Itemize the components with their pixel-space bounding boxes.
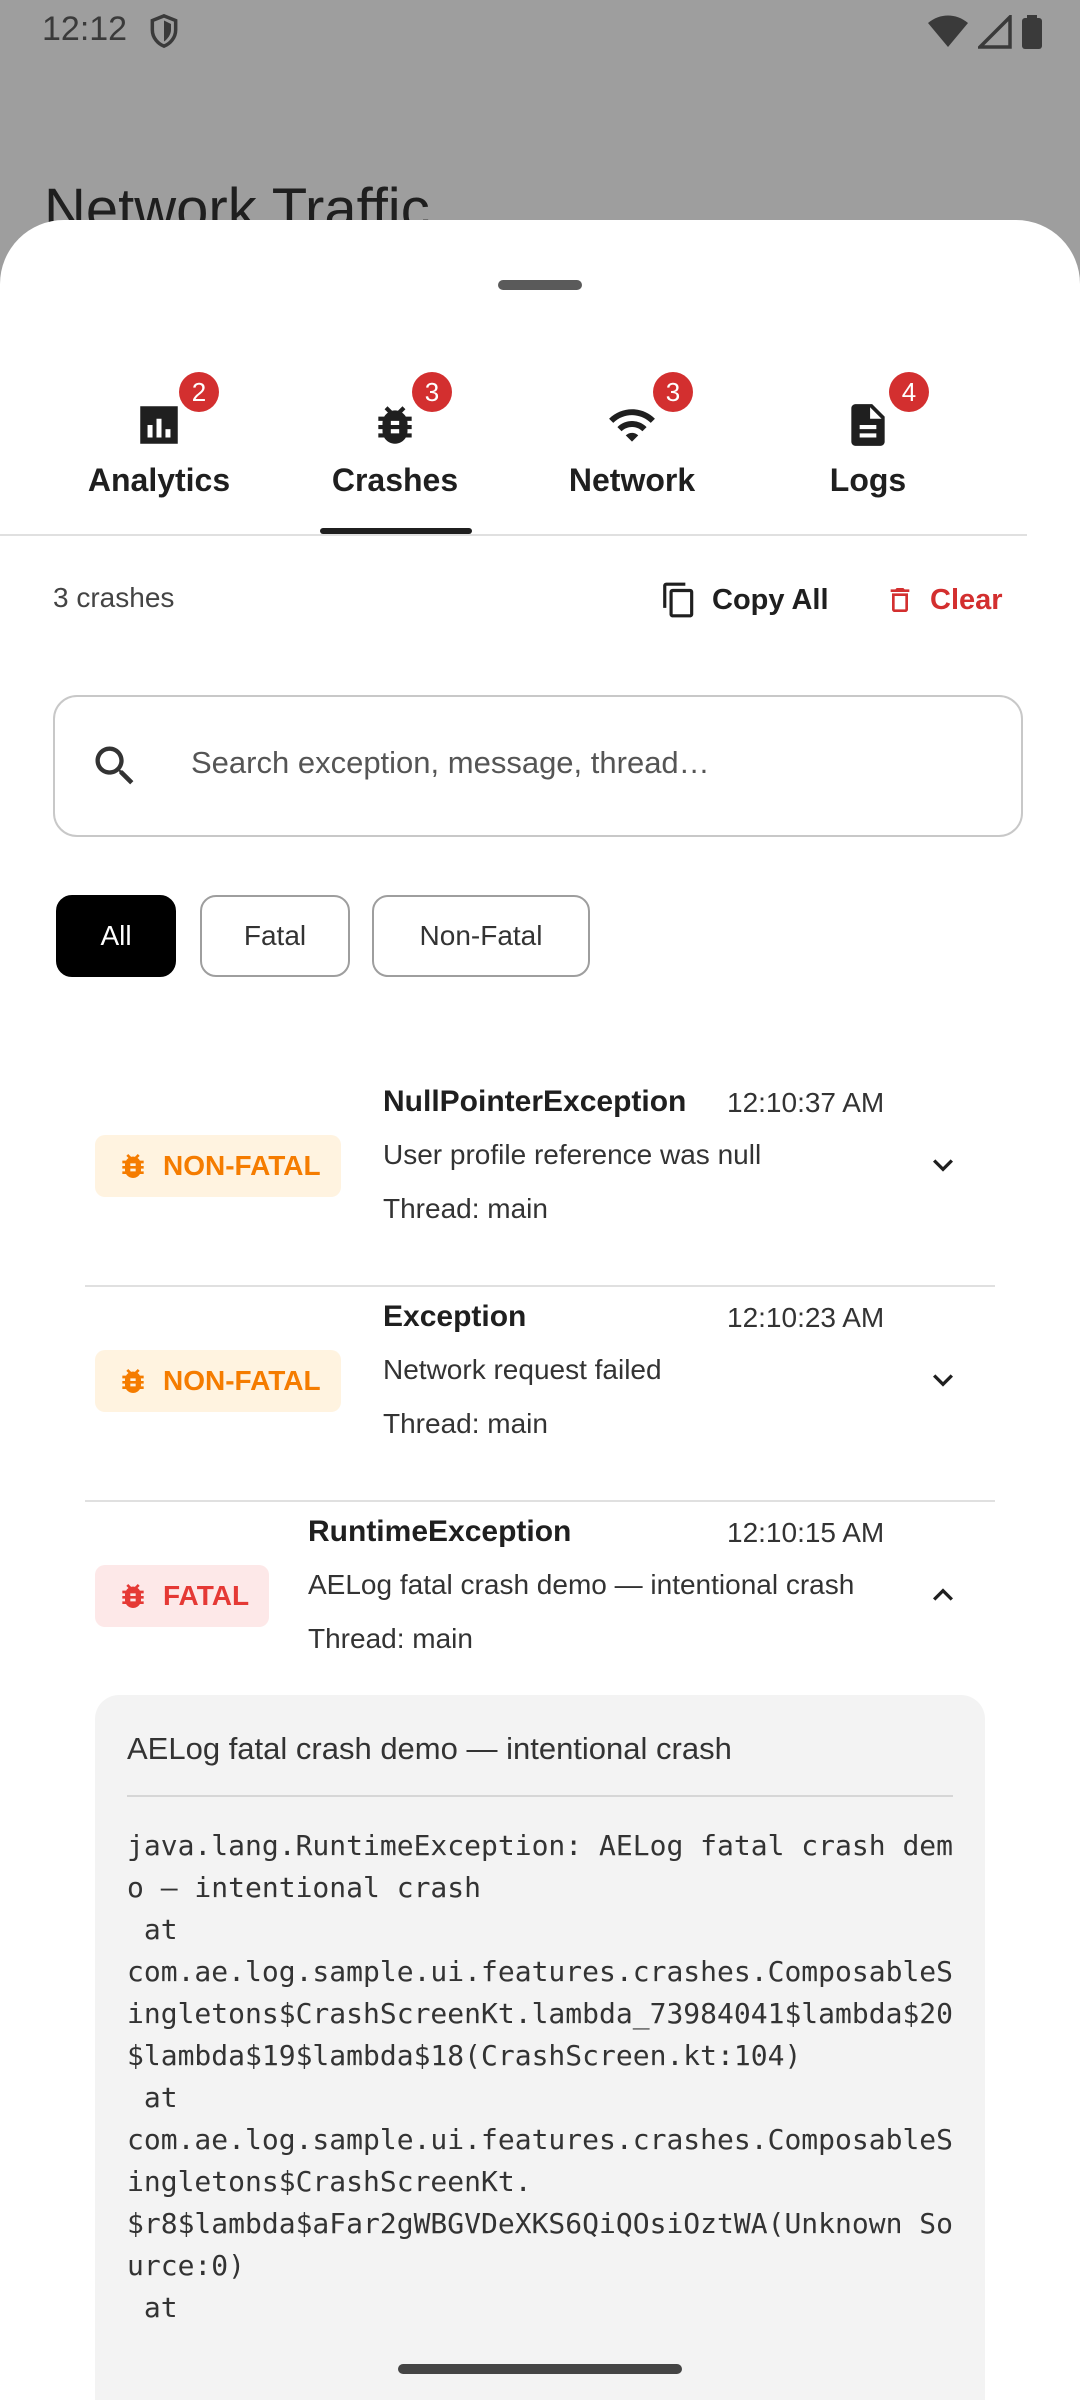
tab-badge: 4 [889, 372, 929, 412]
copy-icon [663, 582, 694, 618]
list-divider [85, 1285, 995, 1287]
crash-count: 3 crashes [53, 582, 175, 613]
search-placeholder: Search exception, message, thread… [191, 745, 710, 780]
clear-button[interactable]: Clear [884, 576, 1003, 624]
clear-label: Clear [930, 583, 1003, 616]
tab-bar: 2 Analytics 3 Crashes 3 Network 4 Logs [0, 370, 1027, 534]
tab-badge: 3 [653, 372, 693, 412]
tab-badge: 2 [179, 372, 219, 412]
severity-badge: NON-FATAL [95, 1135, 341, 1197]
tab-logs[interactable]: 4 Logs [750, 370, 986, 534]
chevron-down-icon[interactable] [923, 1145, 963, 1185]
shield-icon [150, 14, 178, 48]
tab-label: Analytics [87, 462, 231, 498]
crash-message: Network request failed [383, 1354, 662, 1385]
severity-label: FATAL [163, 1580, 250, 1611]
crash-list-item[interactable]: NON-FATAL Exception 12:10:23 AM Network … [85, 1290, 995, 1502]
crash-message: AELog fatal crash demo — intentional cra… [308, 1569, 855, 1600]
tabs-divider [0, 534, 1027, 536]
crash-list-item[interactable]: FATAL RuntimeException 12:10:15 AM AELog… [85, 1505, 995, 1685]
analytics-icon [134, 400, 184, 450]
crash-exception-type: Exception [383, 1300, 527, 1333]
status-time: 12:12 [42, 10, 128, 48]
crash-list-item[interactable]: NON-FATAL NullPointerException 12:10:37 … [85, 1075, 995, 1287]
list-divider [85, 1500, 995, 1502]
crash-timestamp: 12:10:37 AM [727, 1087, 885, 1118]
copy-all-button[interactable]: Copy All [660, 576, 829, 624]
tab-label: Logs [829, 462, 907, 498]
bug-icon [370, 400, 420, 450]
tab-crashes[interactable]: 3 Crashes [277, 370, 513, 534]
bug-icon [122, 1369, 144, 1393]
crash-thread: Thread: main [383, 1408, 548, 1439]
bug-icon [122, 1154, 144, 1178]
severity-label: NON-FATAL [163, 1365, 321, 1396]
crash-exception-type: RuntimeException [308, 1515, 572, 1548]
bottom-sheet: 2 Analytics 3 Crashes 3 Network 4 Logs 3… [0, 220, 1080, 2400]
wifi-icon [607, 400, 657, 450]
drag-handle[interactable] [498, 280, 582, 290]
search-icon [95, 746, 134, 785]
cellular-signal-icon [978, 15, 1012, 49]
battery-icon [1022, 15, 1042, 49]
detail-divider [127, 1795, 953, 1797]
copy-all-label: Copy All [712, 583, 829, 616]
crash-message: User profile reference was null [383, 1139, 762, 1170]
document-icon [843, 400, 893, 450]
severity-label: NON-FATAL [163, 1150, 321, 1181]
crash-timestamp: 12:10:23 AM [727, 1302, 885, 1333]
bug-icon [122, 1584, 144, 1608]
filter-chip-all[interactable]: All [56, 895, 176, 977]
crash-exception-type: NullPointerException [383, 1085, 687, 1118]
severity-badge: FATAL [95, 1565, 270, 1627]
stacktrace: java.lang.RuntimeException: AELog fatal … [127, 1829, 954, 2324]
crash-thread: Thread: main [308, 1623, 473, 1654]
tab-badge: 3 [412, 372, 452, 412]
wifi-status-icon [928, 15, 968, 47]
search-input[interactable]: Search exception, message, thread… [53, 695, 1023, 837]
status-bar: 12:12 [0, 0, 1080, 64]
tab-label: Crashes [331, 462, 459, 498]
home-indicator[interactable] [398, 2364, 682, 2374]
severity-badge: NON-FATAL [95, 1350, 341, 1412]
tab-analytics[interactable]: 2 Analytics [41, 370, 277, 534]
trash-icon [890, 588, 910, 612]
crash-timestamp: 12:10:15 AM [727, 1517, 885, 1548]
filter-chip-non-fatal[interactable]: Non-Fatal [372, 895, 590, 977]
filter-chip-fatal[interactable]: Fatal [200, 895, 350, 977]
tab-network[interactable]: 3 Network [514, 370, 750, 534]
detail-message: AELog fatal crash demo — intentional cra… [127, 1731, 732, 1766]
tab-label: Network [568, 462, 696, 498]
crash-thread: Thread: main [383, 1193, 548, 1224]
chevron-down-icon[interactable] [923, 1360, 963, 1400]
chevron-up-icon[interactable] [923, 1575, 963, 1615]
crash-detail-panel: AELog fatal crash demo — intentional cra… [95, 1695, 985, 2400]
